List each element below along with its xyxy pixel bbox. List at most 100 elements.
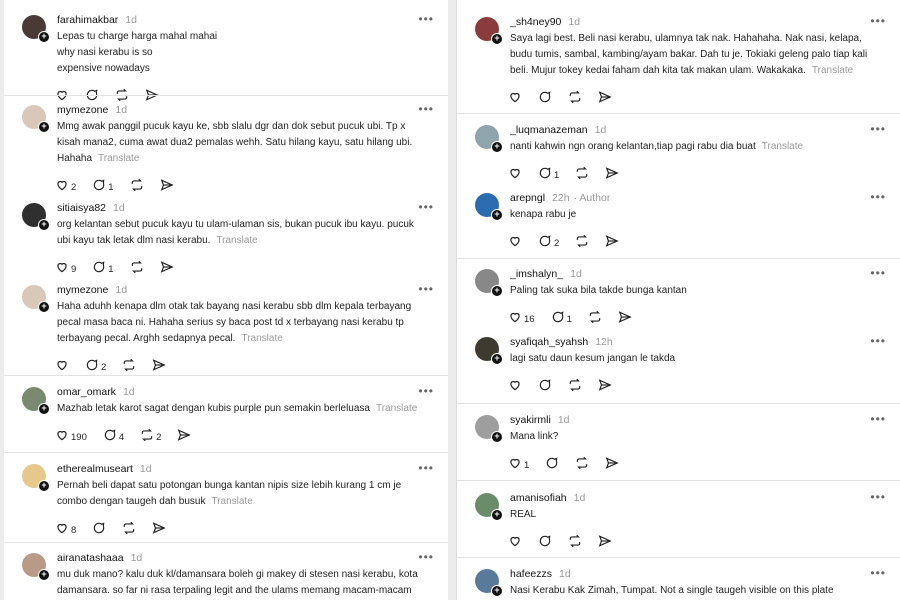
- repost-button[interactable]: [588, 310, 602, 329]
- translate-link[interactable]: Translate: [216, 235, 257, 246]
- reply-button[interactable]: 4: [103, 428, 124, 447]
- avatar[interactable]: +: [475, 193, 503, 221]
- translate-link[interactable]: Translate: [241, 333, 282, 344]
- like-button[interactable]: [55, 358, 69, 377]
- repost-button[interactable]: [130, 178, 144, 197]
- repost-button[interactable]: [568, 90, 582, 109]
- more-options-icon[interactable]: •••: [870, 14, 886, 28]
- username[interactable]: _luqmanazeman: [510, 124, 588, 136]
- like-button[interactable]: [508, 234, 522, 253]
- like-button[interactable]: 16: [508, 310, 535, 329]
- reply-button[interactable]: 1: [551, 310, 572, 329]
- reply-button[interactable]: [538, 378, 552, 397]
- like-button[interactable]: [508, 534, 522, 553]
- translate-link[interactable]: Translate: [376, 403, 417, 414]
- repost-button[interactable]: [575, 456, 589, 475]
- reply-button[interactable]: [92, 521, 106, 540]
- username[interactable]: amanisofiah: [510, 492, 567, 504]
- repost-button[interactable]: [568, 534, 582, 553]
- timestamp[interactable]: 1d: [115, 104, 127, 116]
- more-options-icon[interactable]: •••: [870, 566, 886, 580]
- timestamp[interactable]: 1d: [558, 414, 570, 426]
- more-options-icon[interactable]: •••: [418, 102, 434, 116]
- translate-link[interactable]: Translate: [812, 65, 853, 76]
- reply-button[interactable]: 1: [92, 260, 114, 279]
- share-button[interactable]: [160, 260, 174, 279]
- like-button[interactable]: 8: [55, 521, 76, 540]
- avatar[interactable]: +: [475, 337, 503, 365]
- avatar[interactable]: +: [22, 387, 50, 415]
- username[interactable]: syakirmli: [510, 414, 551, 426]
- reply-button[interactable]: [538, 90, 552, 109]
- follow-plus-icon[interactable]: +: [38, 569, 50, 581]
- share-button[interactable]: [145, 88, 159, 107]
- repost-button[interactable]: [130, 260, 144, 279]
- share-button[interactable]: [598, 534, 612, 553]
- follow-plus-icon[interactable]: +: [491, 285, 503, 297]
- follow-plus-icon[interactable]: +: [38, 301, 50, 313]
- like-button[interactable]: [508, 378, 522, 397]
- repost-button[interactable]: [568, 378, 582, 397]
- repost-button[interactable]: [575, 234, 589, 253]
- more-options-icon[interactable]: •••: [418, 12, 434, 26]
- username[interactable]: _sh4ney90: [510, 16, 561, 28]
- like-button[interactable]: 1: [508, 456, 529, 475]
- more-options-icon[interactable]: •••: [870, 334, 886, 348]
- reply-button[interactable]: 1: [92, 178, 114, 197]
- repost-button[interactable]: [575, 166, 589, 185]
- username[interactable]: etherealmuseart: [57, 463, 133, 475]
- timestamp[interactable]: 1d: [113, 202, 125, 214]
- translate-link[interactable]: Translate: [211, 496, 252, 507]
- follow-plus-icon[interactable]: +: [38, 480, 50, 492]
- more-options-icon[interactable]: •••: [418, 282, 434, 296]
- avatar[interactable]: +: [475, 569, 503, 597]
- avatar[interactable]: +: [22, 553, 50, 581]
- username[interactable]: omar_omark: [57, 386, 116, 398]
- follow-plus-icon[interactable]: +: [491, 509, 503, 521]
- reply-button[interactable]: 2: [538, 234, 559, 253]
- follow-plus-icon[interactable]: +: [491, 33, 503, 45]
- timestamp[interactable]: 1d: [559, 568, 571, 580]
- timestamp[interactable]: 1d: [574, 492, 586, 504]
- translate-link[interactable]: Translate: [762, 141, 803, 152]
- more-options-icon[interactable]: •••: [418, 384, 434, 398]
- share-button[interactable]: [605, 166, 619, 185]
- username[interactable]: farahimakbar: [57, 14, 118, 26]
- username[interactable]: airanatashaaa: [57, 552, 124, 564]
- timestamp[interactable]: 1d: [123, 386, 135, 398]
- timestamp[interactable]: 1d: [125, 14, 137, 26]
- timestamp[interactable]: 22h: [552, 192, 570, 204]
- repost-button[interactable]: 2: [140, 428, 161, 447]
- reply-button[interactable]: [545, 456, 559, 475]
- follow-plus-icon[interactable]: +: [38, 403, 50, 415]
- more-options-icon[interactable]: •••: [870, 122, 886, 136]
- username[interactable]: hafeezzs: [510, 568, 552, 580]
- like-button[interactable]: 190: [55, 428, 87, 447]
- translate-link[interactable]: Translate: [98, 153, 139, 164]
- share-button[interactable]: [177, 428, 192, 447]
- username[interactable]: arepngl: [510, 192, 545, 204]
- follow-plus-icon[interactable]: +: [491, 431, 503, 443]
- share-button[interactable]: [605, 234, 619, 253]
- follow-plus-icon[interactable]: +: [491, 353, 503, 365]
- follow-plus-icon[interactable]: +: [491, 585, 503, 597]
- more-options-icon[interactable]: •••: [870, 266, 886, 280]
- more-options-icon[interactable]: •••: [870, 490, 886, 504]
- more-options-icon[interactable]: •••: [870, 412, 886, 426]
- username[interactable]: mymezone: [57, 104, 108, 116]
- reply-button[interactable]: 1: [538, 166, 559, 185]
- share-button[interactable]: [605, 456, 619, 475]
- username[interactable]: _imshalyn_: [510, 268, 563, 280]
- like-button[interactable]: 9: [55, 260, 76, 279]
- repost-button[interactable]: [122, 358, 136, 377]
- timestamp[interactable]: 1d: [131, 552, 143, 564]
- repost-button[interactable]: [122, 521, 136, 540]
- follow-plus-icon[interactable]: +: [38, 219, 50, 231]
- reply-button[interactable]: 2: [85, 358, 106, 377]
- more-options-icon[interactable]: •••: [418, 461, 434, 475]
- like-button[interactable]: [508, 90, 522, 109]
- avatar[interactable]: +: [22, 203, 50, 231]
- timestamp[interactable]: 1d: [570, 268, 582, 280]
- avatar[interactable]: +: [22, 464, 50, 492]
- reply-button[interactable]: [538, 534, 552, 553]
